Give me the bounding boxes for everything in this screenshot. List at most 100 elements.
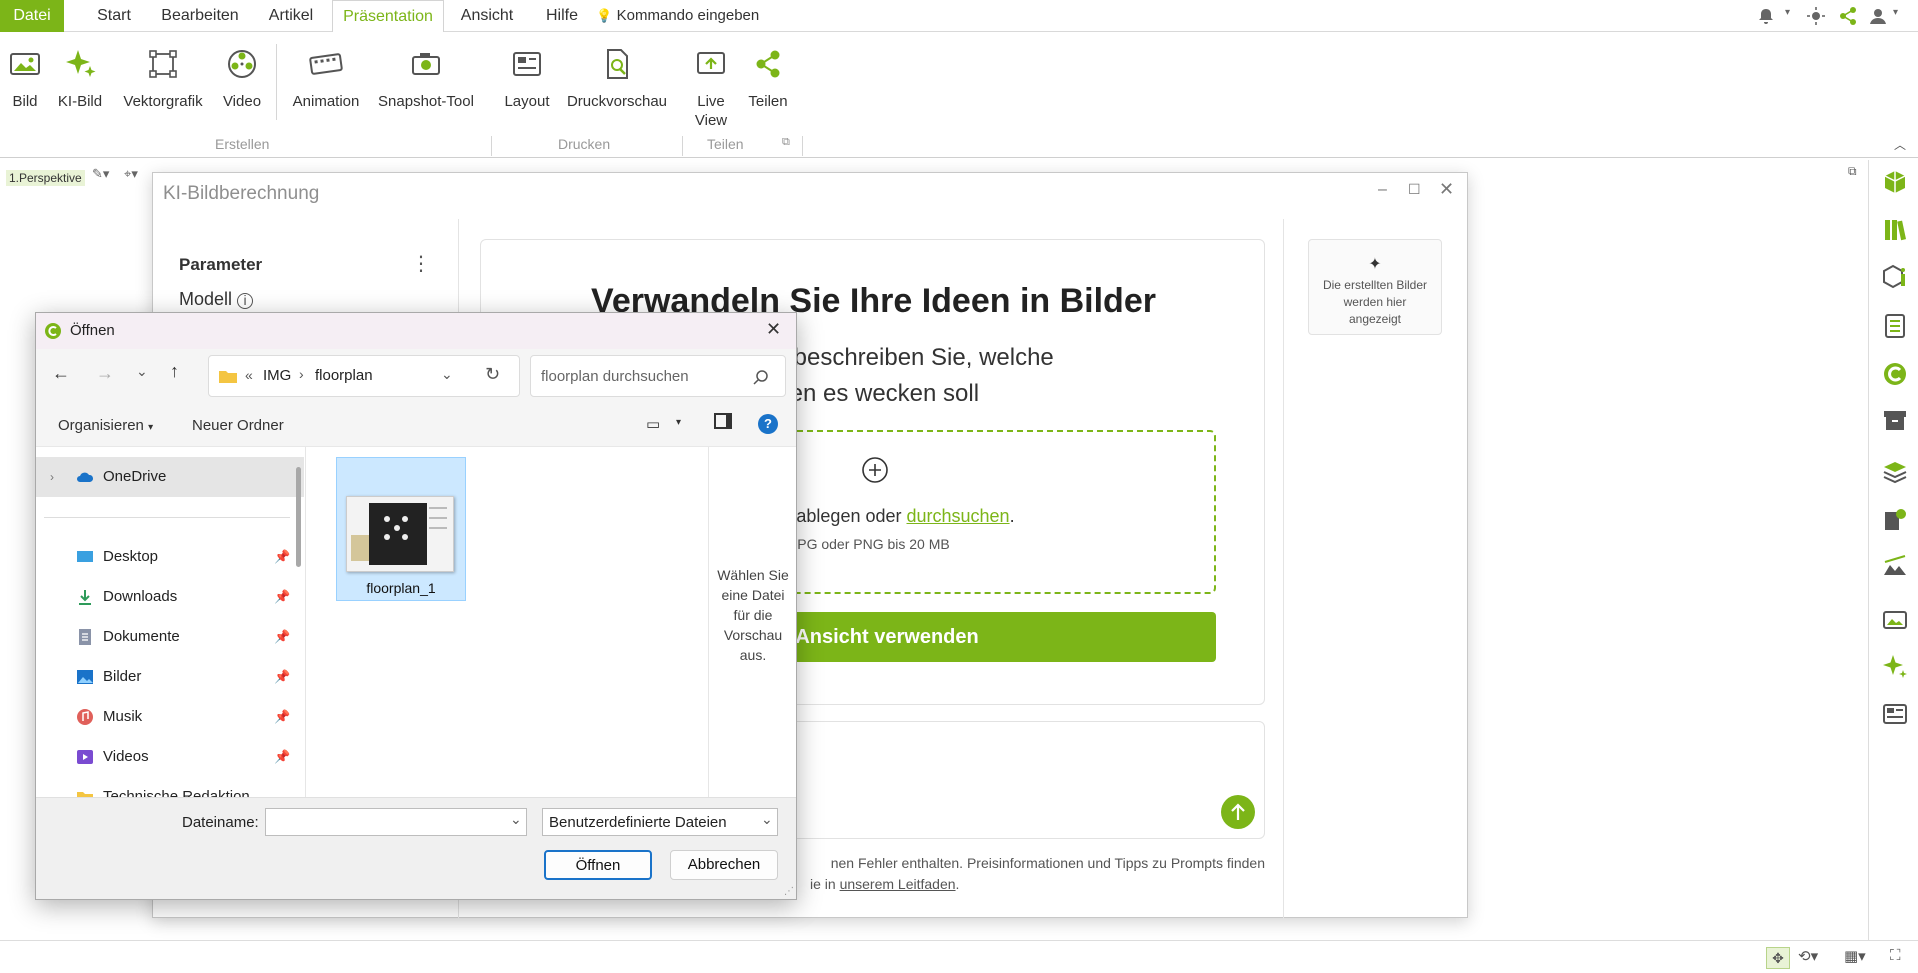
nav-onedrive[interactable]: › OneDrive — [36, 457, 304, 497]
sun-icon[interactable] — [1806, 6, 1826, 26]
restore-window-icon[interactable]: ⧉ — [1848, 164, 1857, 179]
nav-scrollbar[interactable] — [296, 467, 301, 567]
object-library-icon[interactable] — [1881, 168, 1909, 196]
path-overflow[interactable]: « — [245, 367, 253, 383]
nav-desktop[interactable]: Desktop 📌 — [36, 537, 304, 577]
filename-input[interactable]: ⌄ — [265, 808, 527, 836]
filename-dropdown-icon[interactable]: ⌄ — [510, 811, 522, 828]
terrain-icon[interactable] — [1881, 552, 1909, 580]
collapse-ribbon-icon[interactable]: ︿ — [1894, 136, 1906, 153]
menu-datei[interactable]: Datei — [0, 0, 64, 32]
animation-button[interactable]: Animation — [288, 46, 364, 111]
film-reel-icon — [228, 50, 256, 78]
resize-grip-icon[interactable]: ⋰ — [784, 886, 794, 897]
minimize-icon[interactable]: – — [1378, 181, 1387, 199]
search-icon[interactable] — [753, 369, 769, 385]
guide-link[interactable]: unserem Leitfaden — [840, 876, 956, 892]
nav-bilder[interactable]: Bilder 📌 — [36, 657, 304, 697]
path-segment-img[interactable]: IMG — [263, 367, 291, 384]
ribbon: Bild KI-Bild Vektorgrafik Video Animatio… — [0, 32, 1918, 158]
archive-icon[interactable] — [1881, 406, 1909, 434]
layers-icon[interactable] — [1881, 458, 1909, 486]
lightbulb-icon: 💡 — [596, 8, 613, 23]
share-icon[interactable] — [1838, 6, 1858, 26]
view-mode-icon[interactable]: ▭ — [646, 415, 660, 433]
bell-dropdown-icon[interactable]: ▾ — [1785, 7, 1790, 18]
add-circle-icon[interactable] — [861, 456, 889, 484]
open-button[interactable]: Öffnen — [544, 850, 652, 880]
perspective-label[interactable]: 1.Perspektive — [6, 170, 85, 186]
grid-icon[interactable]: ▦▾ — [1844, 947, 1866, 965]
teilen-button[interactable]: Teilen — [744, 46, 792, 111]
info-icon[interactable]: i — [237, 293, 254, 309]
snapshot-tool-button[interactable]: Snapshot-Tool — [376, 46, 476, 111]
rotate-icon[interactable]: ⟲▾ — [1798, 947, 1818, 965]
move-icon[interactable]: ✥ — [1766, 947, 1790, 969]
menu-hilfe[interactable]: Hilfe — [534, 0, 590, 32]
ai-sparkle-icon[interactable] — [1881, 652, 1909, 680]
nav-musik[interactable]: Musik 📌 — [36, 697, 304, 737]
file-item[interactable]: floorplan_1 — [336, 457, 466, 601]
print-preview-icon — [607, 49, 628, 79]
layout-panel-icon[interactable] — [1881, 700, 1909, 728]
group-expand-icon[interactable]: ⧉ — [782, 136, 790, 149]
fullscreen-icon[interactable]: ⛶ — [1890, 947, 1901, 964]
material-settings-icon[interactable] — [1881, 506, 1909, 534]
vektorgrafik-button[interactable]: Vektorgrafik — [120, 46, 206, 111]
video-button[interactable]: Video — [218, 46, 266, 111]
new-folder-button[interactable]: Neuer Ordner — [192, 417, 284, 434]
target-icon[interactable]: ⌖▾ — [124, 166, 138, 182]
live-view-button[interactable]: Live View — [690, 46, 732, 130]
more-options-icon[interactable]: ⋮ — [411, 251, 431, 276]
help-icon[interactable]: ? — [758, 414, 778, 434]
pen-icon[interactable]: ✎▾ — [92, 166, 109, 182]
layout-button[interactable]: Layout — [500, 46, 554, 111]
vector-icon — [149, 50, 177, 78]
path-segment-floorplan[interactable]: floorplan — [315, 367, 373, 384]
nav-dokumente[interactable]: Dokumente 📌 — [36, 617, 304, 657]
address-dropdown-icon[interactable]: ⌄ — [441, 366, 453, 383]
menu-bearbeiten[interactable]: Bearbeiten — [150, 0, 250, 32]
filetype-dropdown-icon[interactable]: ⌄ — [761, 811, 773, 828]
nav-downloads[interactable]: Downloads 📌 — [36, 577, 304, 617]
address-bar[interactable]: « IMG › floorplan ⌄ ↻ — [208, 355, 520, 397]
send-button[interactable] — [1221, 795, 1255, 829]
menu-ansicht[interactable]: Ansicht — [452, 0, 522, 32]
close-icon[interactable]: ✕ — [1439, 179, 1454, 200]
preview-pane-icon[interactable] — [714, 413, 732, 429]
ki-bild-button[interactable]: KI-Bild — [56, 46, 104, 111]
menu-artikel[interactable]: Artikel — [256, 0, 326, 32]
druckvorschau-button[interactable]: Druckvorschau — [566, 46, 668, 111]
app-logo-icon[interactable] — [1881, 360, 1909, 388]
file-list: floorplan_1 — [308, 447, 706, 797]
bild-button[interactable]: Bild — [6, 46, 44, 111]
box-info-icon[interactable] — [1881, 262, 1909, 290]
maximize-icon[interactable]: ☐ — [1408, 181, 1421, 198]
forward-arrow-icon[interactable]: → — [96, 363, 114, 384]
menu-start[interactable]: Start — [64, 0, 164, 32]
cancel-button[interactable]: Abbrechen — [670, 850, 778, 880]
nav-technische-redaktion[interactable]: Technische Redaktion — [36, 777, 304, 797]
user-icon[interactable] — [1868, 6, 1888, 26]
image-panel-icon[interactable] — [1881, 606, 1909, 634]
view-dropdown-icon[interactable]: ▾ — [676, 417, 681, 428]
command-search[interactable]: 💡 Kommando eingeben — [596, 0, 766, 32]
checklist-icon[interactable] — [1881, 312, 1909, 340]
search-box[interactable]: floorplan durchsuchen — [530, 355, 786, 397]
expand-chevron-icon[interactable]: › — [50, 457, 54, 497]
filetype-select[interactable]: Benutzerdefinierte Dateien ⌄ — [542, 808, 778, 836]
recent-dropdown-icon[interactable]: ⌄ — [136, 363, 148, 380]
nav-dokumente-label: Dokumente — [103, 628, 180, 645]
books-icon[interactable] — [1881, 216, 1909, 244]
nav-videos[interactable]: Videos 📌 — [36, 737, 304, 777]
user-dropdown-icon[interactable]: ▾ — [1893, 7, 1898, 18]
browse-link[interactable]: durchsuchen — [907, 506, 1010, 526]
up-arrow-icon[interactable]: ↑ — [170, 361, 179, 382]
refresh-icon[interactable]: ↻ — [485, 364, 500, 385]
menu-praesentation[interactable]: Präsentation — [332, 0, 444, 33]
back-arrow-icon[interactable]: ← — [52, 363, 70, 384]
share-icon — [756, 50, 780, 78]
bell-icon[interactable] — [1756, 6, 1776, 26]
dialog-close-icon[interactable]: ✕ — [766, 319, 781, 340]
organize-button[interactable]: Organisieren ▾ — [58, 417, 153, 434]
